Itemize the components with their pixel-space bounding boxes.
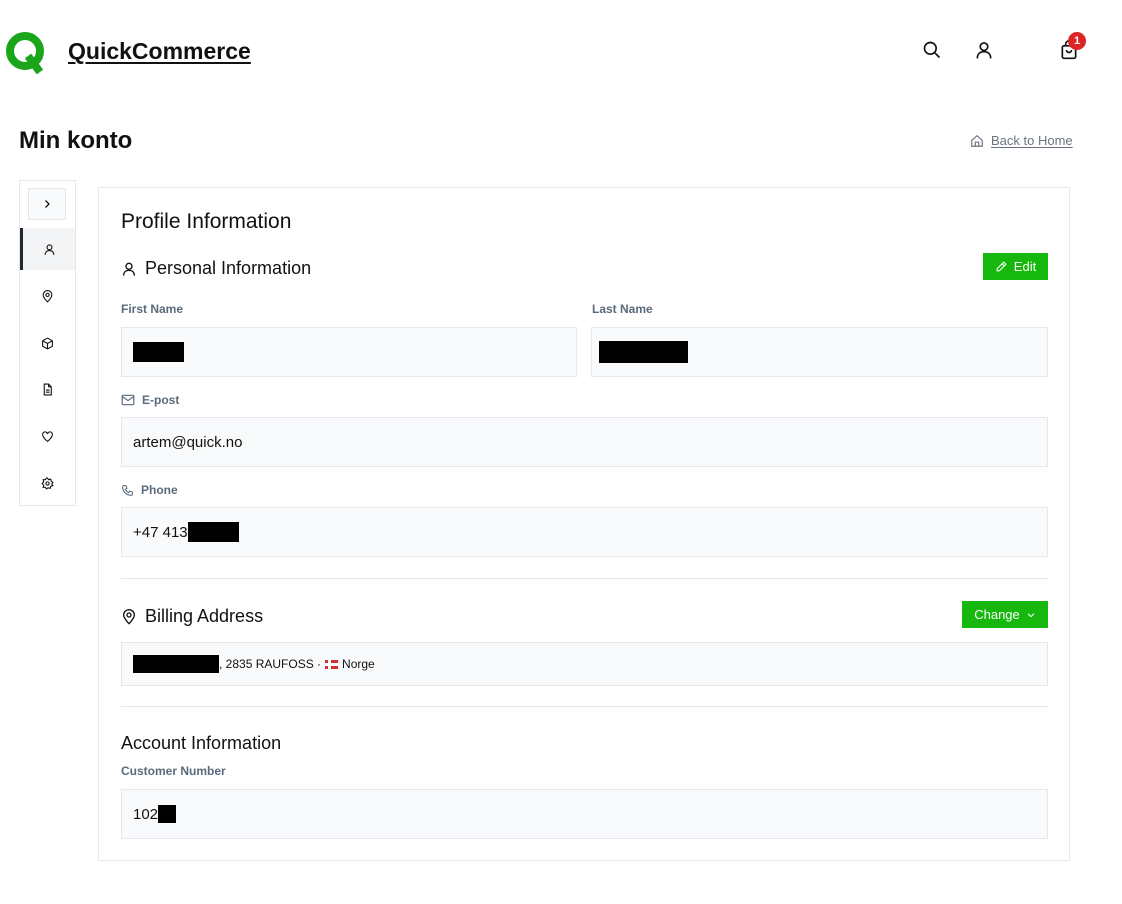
section-divider [121, 706, 1048, 707]
customer-number-field: 102 [121, 789, 1048, 839]
user-icon [44, 243, 54, 255]
email-label: E-post [121, 393, 179, 407]
account-sidebar [19, 180, 76, 506]
sidebar-item-profile[interactable] [20, 228, 75, 270]
sidebar-item-orders[interactable] [20, 322, 75, 364]
account-info-heading-text: Account Information [121, 733, 282, 753]
phone-field[interactable]: +47 413 [121, 507, 1048, 557]
mail-icon [121, 394, 135, 406]
edit-button[interactable]: Edit [983, 253, 1048, 280]
email-field[interactable]: artem@quick.no [121, 417, 1048, 467]
pencil-icon [996, 261, 1007, 272]
package-icon [42, 336, 53, 350]
billing-address-display: , 2835 RAUFOSS · Norge [121, 642, 1048, 686]
phone-label: Phone [121, 483, 178, 497]
redacted-last-name [599, 341, 688, 363]
sidebar-toggle-button[interactable] [28, 188, 66, 220]
change-button-label: Change [974, 607, 1020, 622]
personal-info-heading-text: Personal Information [145, 258, 312, 278]
back-to-home-link[interactable]: Back to Home [970, 133, 1073, 148]
page-title: Min konto [19, 127, 133, 154]
home-icon [971, 134, 983, 147]
phone-icon [122, 484, 133, 496]
first-name-label: First Name [121, 302, 184, 316]
user-icon [123, 262, 135, 276]
phone-value: +47 413 [133, 523, 188, 541]
edit-button-label: Edit [1013, 259, 1037, 274]
redacted-customer-number [158, 805, 177, 823]
account-info-heading: Account Information [121, 733, 281, 754]
quickcommerce-logo[interactable] [4, 30, 48, 74]
map-pin-icon [122, 608, 136, 625]
personal-info-heading: Personal Information [121, 258, 311, 279]
billing-address-heading-text: Billing Address [145, 606, 264, 626]
cart-count-badge: 1 [1068, 32, 1086, 50]
section-divider [121, 578, 1048, 579]
back-to-home-label: Back to Home [991, 133, 1073, 148]
last-name-label: Last Name [592, 302, 653, 316]
email-value: artem@quick.no [133, 433, 243, 451]
file-text-icon [43, 383, 52, 395]
billing-address-text: , 2835 RAUFOSS · [219, 657, 322, 671]
redacted-street-address [133, 655, 219, 673]
email-label-text: E-post [142, 393, 180, 407]
phone-label-text: Phone [141, 483, 178, 497]
billing-address-heading: Billing Address [121, 606, 263, 627]
settings-icon [41, 477, 54, 490]
profile-title: Profile Information [121, 210, 292, 233]
redacted-phone-digits [187, 522, 239, 542]
first-name-field[interactable] [121, 327, 577, 377]
site-header: QuickCommerce 1 [0, 0, 1122, 100]
chevron-right-icon [45, 200, 50, 208]
last-name-field[interactable] [591, 327, 1048, 377]
customer-number-label: Customer Number [121, 764, 226, 778]
norway-flag-icon [325, 659, 339, 669]
chevron-down-icon [1027, 612, 1035, 617]
sidebar-item-wishlist[interactable] [20, 415, 75, 457]
search-icon[interactable] [920, 38, 944, 62]
user-icon[interactable] [972, 38, 996, 62]
map-pin-icon [42, 289, 53, 303]
billing-country: Norge [342, 657, 375, 671]
heart-icon [42, 430, 53, 442]
sidebar-item-addresses[interactable] [20, 275, 75, 317]
customer-number-value: 102 [133, 805, 159, 823]
redacted-first-name [133, 342, 184, 362]
brand-name[interactable]: QuickCommerce [68, 38, 251, 65]
sidebar-item-invoices[interactable] [20, 368, 75, 410]
profile-card: Profile Information Personal Information… [98, 187, 1070, 861]
change-address-button[interactable]: Change [962, 601, 1048, 628]
sidebar-item-settings[interactable] [20, 462, 75, 504]
